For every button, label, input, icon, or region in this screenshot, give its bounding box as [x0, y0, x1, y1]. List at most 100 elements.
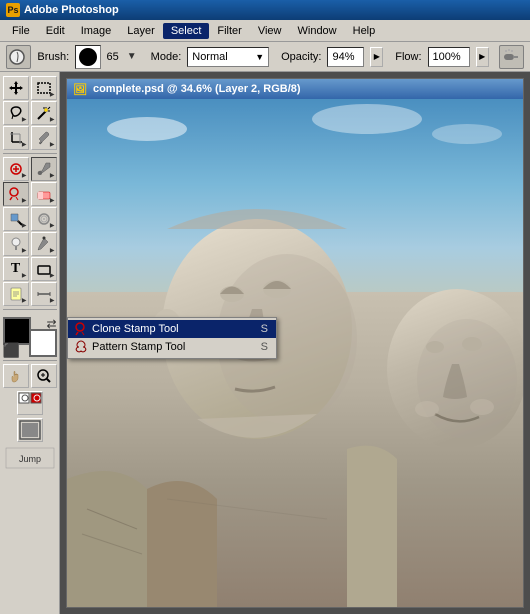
tool-row-2: ▶ ▶	[3, 101, 57, 125]
fill-tool[interactable]: ▶	[3, 207, 29, 231]
pattern-stamp-label: Pattern Stamp Tool	[92, 341, 185, 353]
mode-value: Normal	[192, 51, 227, 63]
svg-text:Jump: Jump	[18, 454, 40, 464]
clone-stamp-icon	[72, 321, 90, 337]
document-icon: 🖼	[73, 83, 87, 96]
blur-arrow: ▶	[50, 222, 55, 229]
heal-tool[interactable]: ▶	[3, 157, 29, 181]
tool-row-9: ▶ ▶	[3, 282, 57, 306]
wand-arrow: ▶	[50, 116, 55, 123]
quick-mask-tool[interactable]	[17, 391, 43, 415]
brush-tool[interactable]: ▶	[31, 157, 57, 181]
reset-colors[interactable]: ⬛	[3, 343, 20, 357]
menu-select[interactable]: Select	[163, 23, 210, 39]
opacity-input[interactable]: 94%	[327, 47, 364, 67]
airbrush-button[interactable]	[499, 45, 524, 69]
flow-value: 100%	[433, 51, 461, 63]
clone-arrow: ▶	[22, 197, 27, 204]
app-icon: Ps	[6, 3, 20, 17]
pen-tool[interactable]: ▶	[31, 232, 57, 256]
mode-arrow: ▼	[255, 52, 264, 62]
title-bar: Ps Adobe Photoshop	[0, 0, 530, 20]
measure-tool[interactable]: ▶	[31, 282, 57, 306]
jump-imageready[interactable]: Jump	[5, 447, 55, 472]
opacity-arrow[interactable]: ▶	[370, 47, 383, 67]
menu-image[interactable]: Image	[73, 23, 120, 39]
crop-tool[interactable]: ▶	[3, 126, 29, 150]
divider-2	[3, 309, 57, 310]
move-tool[interactable]	[3, 76, 29, 100]
mode-label: Mode:	[151, 51, 182, 63]
tool-row-1: ▶	[3, 76, 57, 100]
menu-layer[interactable]: Layer	[119, 23, 163, 39]
dodge-arrow: ▶	[22, 247, 27, 254]
measure-arrow: ▶	[50, 297, 55, 304]
shape-tool[interactable]: ▶	[31, 257, 57, 281]
tool-row-11	[17, 391, 43, 415]
fill-arrow: ▶	[22, 222, 27, 229]
divider-3	[3, 360, 57, 361]
main-area: ▶ ▶ ▶	[0, 72, 530, 614]
brush-label: Brush:	[37, 51, 69, 63]
canvas-titlebar: 🖼 complete.psd @ 34.6% (Layer 2, RGB/8)	[67, 79, 523, 99]
foreground-color[interactable]	[3, 317, 31, 345]
brush-arrow: ▼	[127, 51, 137, 62]
menu-bar: File Edit Image Layer Select Filter View…	[0, 20, 530, 42]
lasso-arrow: ▶	[22, 116, 27, 123]
marquee-tool[interactable]: ▶	[31, 76, 57, 100]
clone-stamp-tool[interactable]: ▶	[3, 182, 29, 206]
shape-arrow: ▶	[50, 272, 55, 279]
screen-mode-tool[interactable]	[17, 418, 43, 442]
tool-row-5: ▶ ▶	[3, 182, 57, 206]
eraser-arrow: ▶	[50, 197, 55, 204]
divider-1	[3, 153, 57, 154]
menu-view[interactable]: View	[250, 23, 290, 39]
mode-dropdown[interactable]: Normal ▼	[187, 47, 269, 67]
magic-wand-tool[interactable]: ▶	[31, 101, 57, 125]
swap-colors[interactable]: ⇄	[46, 317, 56, 331]
brush-arrow: ▶	[50, 172, 55, 179]
clone-stamp-menu-item[interactable]: Clone Stamp Tool S	[68, 320, 276, 338]
tool-preset-button[interactable]	[6, 45, 31, 69]
text-tool[interactable]: T ▶	[3, 257, 29, 281]
zoom-tool[interactable]	[31, 364, 57, 388]
brush-size: 65	[107, 51, 119, 63]
tool-row-12	[17, 418, 43, 442]
flow-input[interactable]: 100%	[428, 47, 470, 67]
flow-arrow[interactable]: ▶	[476, 47, 489, 67]
notes-tool[interactable]: ▶	[3, 282, 29, 306]
blur-tool[interactable]: ▶	[31, 207, 57, 231]
canvas-content[interactable]: Clone Stamp Tool S Pattern Stamp Tool S	[67, 99, 523, 607]
canvas-area: 🖼 complete.psd @ 34.6% (Layer 2, RGB/8)	[60, 72, 530, 614]
clone-stamp-label: Clone Stamp Tool	[92, 323, 179, 335]
menu-help[interactable]: Help	[345, 23, 384, 39]
lasso-tool[interactable]: ▶	[3, 101, 29, 125]
dodge-tool[interactable]: ▶	[3, 232, 29, 256]
tool-row-7: ▶ ▶	[3, 232, 57, 256]
tool-row-3: ▶ ▶	[3, 126, 57, 150]
canvas-window: 🖼 complete.psd @ 34.6% (Layer 2, RGB/8)	[66, 78, 524, 608]
tool-row-10	[3, 364, 57, 388]
canvas-title: complete.psd @ 34.6% (Layer 2, RGB/8)	[93, 83, 301, 95]
menu-file[interactable]: File	[4, 23, 38, 39]
pen-arrow: ▶	[50, 247, 55, 254]
text-arrow: ▶	[22, 272, 27, 279]
background-color[interactable]	[29, 329, 57, 357]
tool-row-8: T ▶ ▶	[3, 257, 57, 281]
menu-window[interactable]: Window	[290, 23, 345, 39]
brush-preview[interactable]	[75, 45, 100, 69]
hand-tool[interactable]	[3, 364, 29, 388]
eraser-tool[interactable]: ▶	[31, 182, 57, 206]
eyedrop-tool[interactable]: ▶	[31, 126, 57, 150]
marquee-arrow: ▶	[50, 91, 55, 98]
menu-edit[interactable]: Edit	[38, 23, 73, 39]
color-swatches: ⬛ ⇄	[3, 317, 57, 357]
opacity-label: Opacity:	[281, 51, 321, 63]
menu-filter[interactable]: Filter	[209, 23, 249, 39]
toolbar: ▶ ▶ ▶	[0, 72, 60, 614]
opacity-value: 94%	[332, 51, 354, 63]
brush-shape	[79, 48, 97, 66]
pattern-stamp-menu-item[interactable]: Pattern Stamp Tool S	[68, 338, 276, 356]
notes-arrow: ▶	[22, 297, 27, 304]
flow-label: Flow:	[395, 51, 421, 63]
